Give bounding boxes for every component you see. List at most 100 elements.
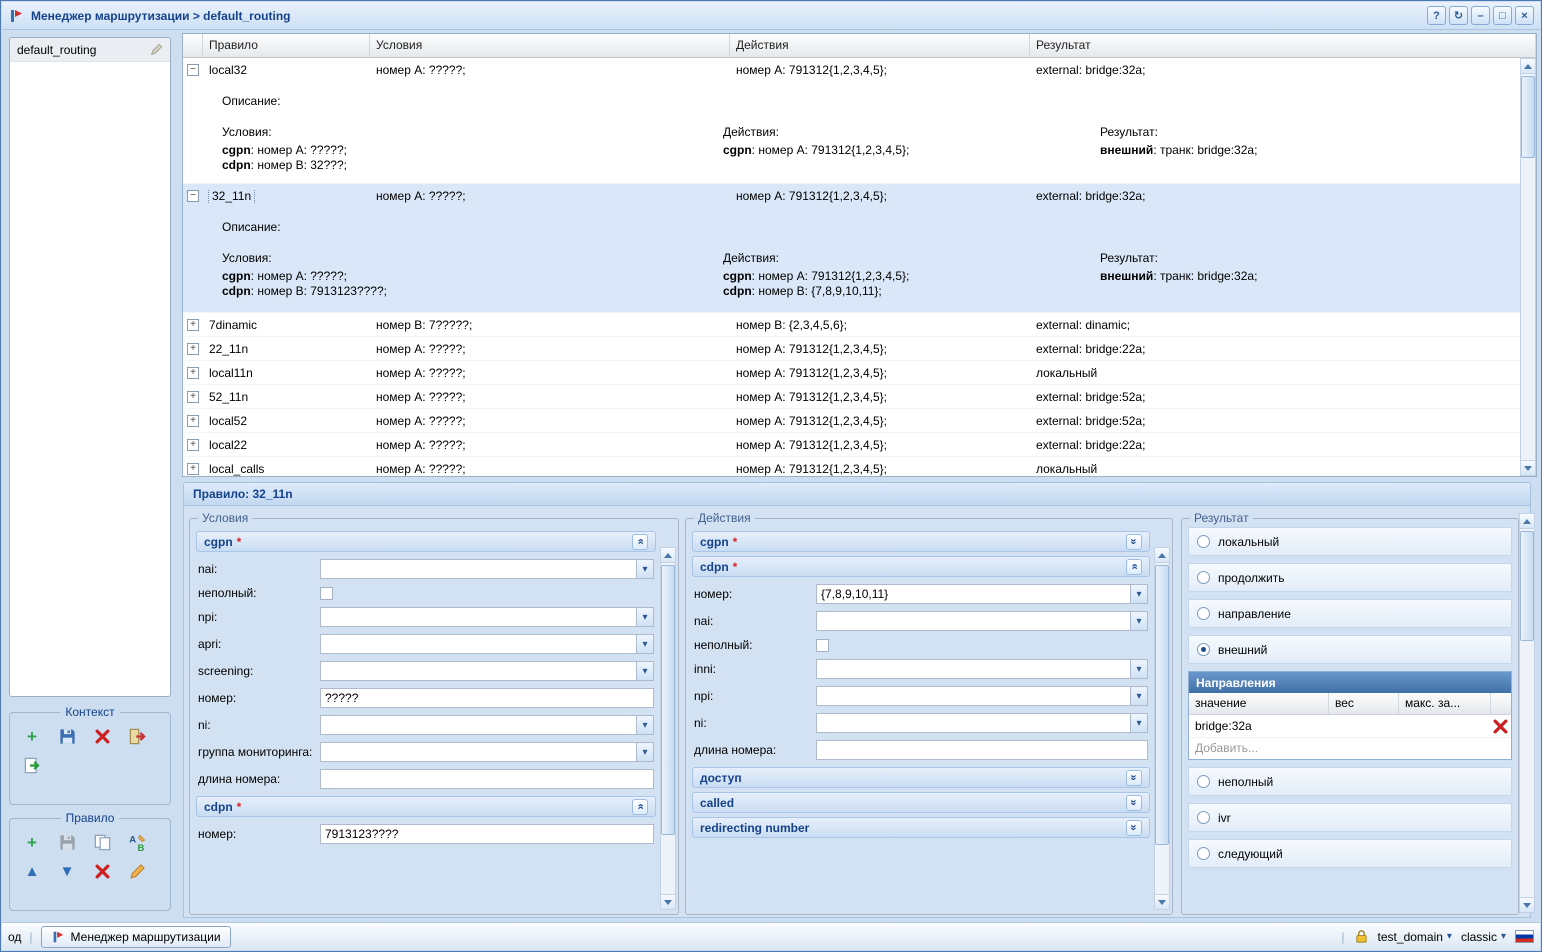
direction-delete-button[interactable] bbox=[1493, 719, 1508, 737]
context-add-button[interactable]: + bbox=[22, 726, 42, 746]
directions-column-weight[interactable]: вес bbox=[1329, 693, 1399, 714]
column-header-conditions[interactable]: Условия bbox=[370, 34, 730, 57]
result-option-local[interactable]: локальный bbox=[1188, 527, 1512, 556]
act-cdpn-number-input[interactable] bbox=[816, 584, 1131, 604]
rule-delete-button[interactable] bbox=[92, 861, 112, 881]
refresh-icon[interactable]: ↻ bbox=[1449, 6, 1468, 25]
collapse-row-icon[interactable]: − bbox=[187, 64, 199, 76]
column-header-rule[interactable]: Правило bbox=[203, 34, 370, 57]
expand-row-icon[interactable]: + bbox=[187, 439, 199, 451]
table-row[interactable]: + local11n номер A: ?????; номер A: 7913… bbox=[183, 361, 1520, 385]
act-cdpn-inni-input[interactable] bbox=[816, 659, 1131, 679]
collapse-row-icon[interactable]: − bbox=[187, 190, 199, 202]
direction-row[interactable]: bridge:32a bbox=[1189, 715, 1511, 738]
table-row[interactable]: + local52 номер A: ?????; номер A: 79131… bbox=[183, 409, 1520, 433]
radio-icon[interactable] bbox=[1197, 775, 1210, 788]
scrollbar-thumb[interactable] bbox=[1155, 565, 1169, 845]
dropdown-trigger[interactable]: ▾ bbox=[637, 715, 654, 735]
rule-copy-button[interactable] bbox=[92, 832, 112, 852]
editor-vscrollbar[interactable] bbox=[1519, 513, 1535, 913]
collapse-button[interactable]: « bbox=[1126, 559, 1142, 575]
collapse-button[interactable]: « bbox=[1126, 820, 1142, 836]
scroll-up-icon[interactable] bbox=[1155, 548, 1169, 563]
scrollbar-track[interactable] bbox=[1520, 529, 1534, 897]
rule-save-button[interactable] bbox=[57, 832, 77, 852]
app-taskbar-button[interactable]: Менеджер маршрутизации bbox=[41, 926, 231, 948]
section-header-cgpn[interactable]: cgpn * « bbox=[196, 531, 656, 552]
dropdown-trigger[interactable]: ▾ bbox=[637, 559, 654, 579]
expand-row-icon[interactable]: + bbox=[187, 367, 199, 379]
rule-move-down-button[interactable]: ▼ bbox=[57, 861, 77, 881]
help-icon[interactable]: ? bbox=[1427, 6, 1446, 25]
result-option-external[interactable]: внешний bbox=[1188, 635, 1512, 664]
rule-move-up-button[interactable]: ▲ bbox=[22, 861, 42, 881]
table-row[interactable]: + 22_11n номер A: ?????; номер A: 791312… bbox=[183, 337, 1520, 361]
collapse-button[interactable]: « bbox=[632, 534, 648, 550]
theme-selector[interactable]: classic ▾ bbox=[1461, 930, 1506, 944]
context-export-button[interactable] bbox=[22, 755, 42, 775]
scroll-down-icon[interactable] bbox=[1521, 460, 1535, 475]
radio-icon[interactable] bbox=[1197, 847, 1210, 860]
section-header-called[interactable]: called « bbox=[692, 792, 1150, 813]
direction-add-row[interactable]: Добавить... bbox=[1189, 738, 1511, 759]
collapse-button[interactable]: « bbox=[1126, 795, 1142, 811]
directions-column-value[interactable]: значение bbox=[1189, 693, 1329, 714]
dropdown-trigger[interactable]: ▾ bbox=[637, 742, 654, 762]
dropdown-trigger[interactable]: ▾ bbox=[1131, 659, 1148, 679]
domain-selector[interactable]: test_domain ▾ bbox=[1378, 930, 1452, 944]
directions-column-max[interactable]: макс. за... bbox=[1399, 693, 1491, 714]
cond-cgpn-npi-input[interactable] bbox=[320, 607, 637, 627]
dropdown-trigger[interactable]: ▾ bbox=[1131, 713, 1148, 733]
table-row-selected[interactable]: − 32_11n номер A: ?????; номер A: 791312… bbox=[183, 184, 1520, 313]
actions-vscrollbar[interactable] bbox=[1154, 547, 1170, 910]
table-row[interactable]: − local32 номер A: ?????; номер A: 79131… bbox=[183, 58, 1520, 184]
cond-cgpn-incomplete-checkbox[interactable] bbox=[320, 587, 333, 600]
cond-cgpn-number-length-input[interactable] bbox=[320, 769, 654, 789]
scrollbar-track[interactable] bbox=[1521, 74, 1535, 460]
table-row[interactable]: + 52_11n номер A: ?????; номер A: 791312… bbox=[183, 385, 1520, 409]
cond-cgpn-screening-input[interactable] bbox=[320, 661, 637, 681]
cond-cgpn-nai-input[interactable] bbox=[320, 559, 637, 579]
expand-row-icon[interactable]: + bbox=[187, 343, 199, 355]
result-option-continue[interactable]: продолжить bbox=[1188, 563, 1512, 592]
act-cdpn-nai-input[interactable] bbox=[816, 611, 1131, 631]
scrollbar-thumb[interactable] bbox=[1520, 531, 1534, 641]
edit-pencil-icon[interactable] bbox=[150, 43, 163, 56]
result-option-next[interactable]: следующий bbox=[1188, 839, 1512, 868]
cond-cdpn-number-input[interactable] bbox=[320, 824, 654, 844]
context-save-button[interactable] bbox=[57, 726, 77, 746]
dropdown-trigger[interactable]: ▾ bbox=[637, 607, 654, 627]
column-header-result[interactable]: Результат bbox=[1030, 34, 1536, 57]
cond-cgpn-monitoring-group-input[interactable] bbox=[320, 742, 637, 762]
rule-rename-button[interactable]: AB bbox=[127, 832, 147, 852]
close-icon[interactable]: × bbox=[1515, 6, 1534, 25]
table-row[interactable]: + local22 номер A: ?????; номер A: 79131… bbox=[183, 433, 1520, 457]
section-header-cgpn[interactable]: cgpn * « bbox=[692, 531, 1150, 552]
radio-selected-icon[interactable] bbox=[1197, 643, 1210, 656]
cond-cgpn-ni-input[interactable] bbox=[320, 715, 637, 735]
scroll-down-icon[interactable] bbox=[1520, 897, 1534, 912]
expand-row-icon[interactable]: + bbox=[187, 391, 199, 403]
scroll-up-icon[interactable] bbox=[661, 548, 675, 563]
radio-icon[interactable] bbox=[1197, 607, 1210, 620]
context-delete-button[interactable] bbox=[92, 726, 112, 746]
dropdown-trigger[interactable]: ▾ bbox=[637, 661, 654, 681]
language-flag-icon[interactable] bbox=[1515, 930, 1534, 943]
rule-add-button[interactable]: + bbox=[22, 832, 42, 852]
expand-row-icon[interactable]: + bbox=[187, 415, 199, 427]
expand-row-icon[interactable]: + bbox=[187, 463, 199, 475]
column-header-actions[interactable]: Действия bbox=[730, 34, 1030, 57]
section-header-cdpn[interactable]: cdpn * « bbox=[692, 556, 1150, 577]
table-row[interactable]: + local_calls номер A: ?????; номер A: 7… bbox=[183, 457, 1520, 476]
act-cdpn-npi-input[interactable] bbox=[816, 686, 1131, 706]
expand-row-icon[interactable]: + bbox=[187, 319, 199, 331]
cond-cgpn-apri-input[interactable] bbox=[320, 634, 637, 654]
scrollbar-track[interactable] bbox=[661, 563, 675, 894]
collapse-button[interactable]: « bbox=[1126, 770, 1142, 786]
rule-edit-button[interactable] bbox=[127, 861, 147, 881]
act-cdpn-number-length-input[interactable] bbox=[816, 740, 1148, 760]
dropdown-trigger[interactable]: ▾ bbox=[1131, 611, 1148, 631]
maximize-icon[interactable]: □ bbox=[1493, 6, 1512, 25]
radio-icon[interactable] bbox=[1197, 811, 1210, 824]
scroll-down-icon[interactable] bbox=[661, 894, 675, 909]
